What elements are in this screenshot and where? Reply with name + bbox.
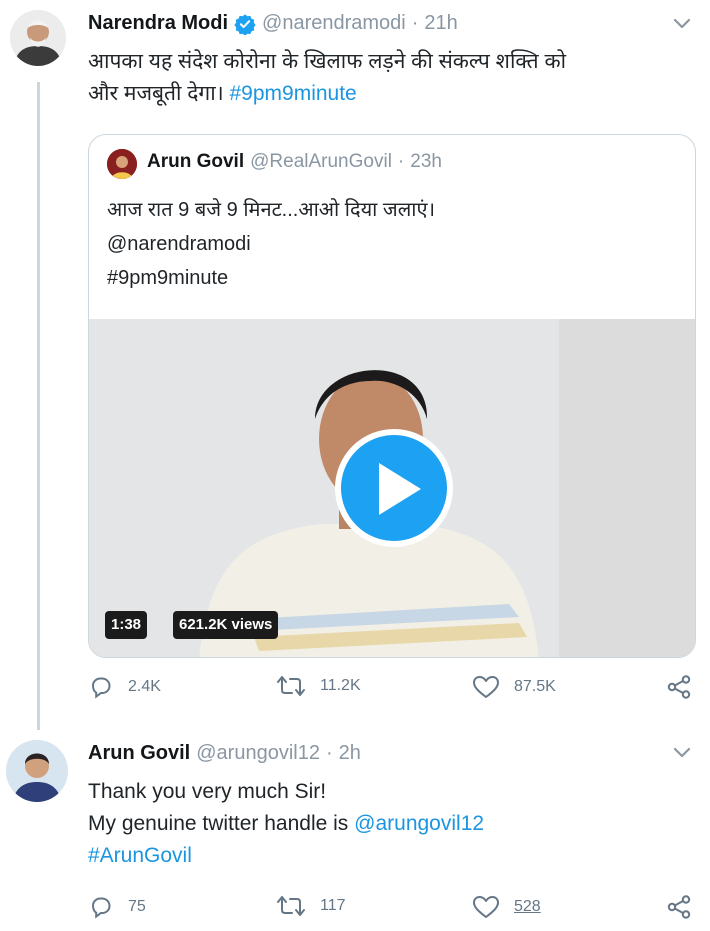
- quoted-text-line3: #9pm9minute: [107, 267, 229, 289]
- author-name[interactable]: Narendra Modi: [88, 12, 228, 35]
- hashtag-link[interactable]: #ArunGovil: [88, 840, 484, 872]
- tweet1-text-line1: आपका यह संदेश कोरोना के खिलाफ लड़ने की स…: [88, 50, 567, 73]
- tweet2-text-line2: My genuine twitter handle is @arungovil1…: [88, 808, 484, 840]
- share-button[interactable]: [666, 674, 706, 700]
- quoted-tweet-card[interactable]: Arun Govil @RealArunGovil · 23h आज रात 9…: [88, 134, 696, 658]
- tweet1-text-line2: और मजबूती देगा। #9pm9minute: [88, 78, 566, 110]
- like-button[interactable]: 528: [472, 894, 541, 920]
- quoted-text-line2: @narendramodi: [107, 233, 251, 255]
- like-icon: [473, 676, 499, 698]
- retweet-count: 11.2K: [320, 677, 361, 694]
- like-button[interactable]: 87.5K: [472, 674, 556, 700]
- like-count: 528: [514, 898, 541, 915]
- retweet-button[interactable]: 117: [276, 894, 346, 918]
- author-handle[interactable]: @arungovil12: [196, 742, 320, 765]
- separator-dot: ·: [411, 12, 419, 34]
- thread-line: [37, 82, 40, 730]
- reply-button[interactable]: 75: [88, 894, 146, 920]
- tweet2-text: Thank you very much Sir! My genuine twit…: [88, 776, 484, 872]
- reply-count: 2.4K: [128, 678, 161, 695]
- reply-icon: [91, 677, 111, 699]
- tweet2-header: Arun Govil @arungovil12 · 2h: [88, 742, 361, 765]
- mention-link[interactable]: @arungovil12: [354, 812, 484, 835]
- avatar-narendra-modi[interactable]: [10, 10, 66, 66]
- tweet2-text-line2-prefix: My genuine twitter handle is: [88, 812, 349, 835]
- chevron-down-icon[interactable]: [672, 746, 692, 760]
- quoted-time[interactable]: 23h: [410, 151, 442, 173]
- tweet2-text-line1: Thank you very much Sir!: [88, 780, 327, 803]
- reply-icon: [91, 897, 111, 919]
- author-name[interactable]: Arun Govil: [88, 742, 190, 765]
- quoted-avatar[interactable]: [107, 149, 137, 179]
- like-icon: [473, 896, 499, 918]
- share-icon: [667, 675, 691, 699]
- share-button[interactable]: [666, 894, 706, 920]
- reply-button[interactable]: 2.4K: [88, 674, 161, 700]
- quoted-author-handle[interactable]: @RealArunGovil: [250, 151, 392, 173]
- separator-dot: ·: [397, 151, 405, 172]
- play-button[interactable]: [335, 429, 453, 547]
- author-handle[interactable]: @narendramodi: [262, 12, 406, 35]
- play-icon: [379, 463, 421, 515]
- chevron-down-icon[interactable]: [672, 17, 692, 31]
- video-views: 621.2K views: [173, 611, 279, 639]
- share-icon: [667, 895, 691, 919]
- hashtag-link[interactable]: #9pm9minute: [230, 82, 357, 105]
- tweet1-text-line2-body: और मजबूती देगा।: [88, 82, 224, 105]
- video-player[interactable]: 1:38 621.2K views: [89, 319, 695, 657]
- reply-count: 75: [128, 898, 146, 915]
- quoted-text: आज रात 9 बजे 9 मिनट...आओ दिया जलाएं। @na…: [107, 193, 435, 295]
- tweet1-text: आपका यह संदेश कोरोना के खिलाफ लड़ने की स…: [88, 46, 566, 110]
- video-duration: 1:38: [105, 611, 148, 639]
- quoted-author-name[interactable]: Arun Govil: [147, 151, 244, 173]
- quoted-header: Arun Govil @RealArunGovil · 23h: [147, 151, 442, 173]
- tweet2-actions: 75 117 528: [88, 894, 698, 924]
- tweet1-header: Narendra Modi @narendramodi · 21h: [88, 12, 458, 35]
- verified-icon: [234, 13, 256, 35]
- retweet-icon: [277, 676, 305, 696]
- tweet-time[interactable]: 2h: [339, 742, 361, 765]
- tweet1-actions: 2.4K 11.2K 87.5K: [88, 674, 698, 704]
- like-count: 87.5K: [514, 678, 556, 695]
- avatar-arun-govil[interactable]: [6, 740, 68, 802]
- quoted-text-line1: आज रात 9 बजे 9 मिनट...आओ दिया जलाएं।: [107, 199, 436, 221]
- separator-dot: ·: [325, 742, 333, 764]
- retweet-button[interactable]: 11.2K: [276, 674, 361, 698]
- retweet-count: 117: [320, 897, 346, 914]
- retweet-icon: [277, 896, 305, 916]
- tweet-time[interactable]: 21h: [424, 12, 457, 35]
